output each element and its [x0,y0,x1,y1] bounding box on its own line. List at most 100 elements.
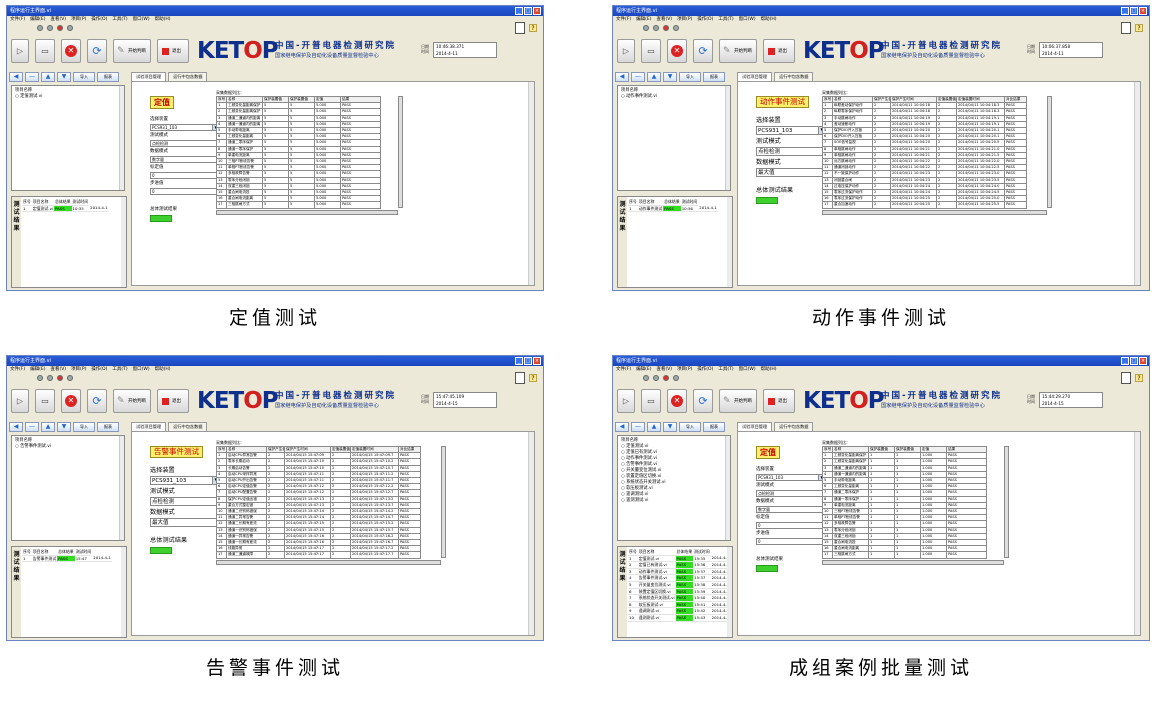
tab-runtime-data[interactable]: 运行中包含数据 [168,72,208,81]
table-row[interactable]: 11 通道二异常告警 2 2014/04/15 15:47:14 2 2014/04/15… [216,514,421,522]
menu-item[interactable]: 文件(F) [10,366,25,374]
table-scrollbar[interactable] [1004,446,1009,558]
device-select[interactable]: PCS931_103▼ [150,124,220,131]
tree-scrollbar[interactable] [119,86,124,190]
play-button[interactable]: ▷ [11,389,29,413]
field-input[interactable]: 最大值 [756,168,826,177]
menu-item[interactable]: 编辑(E) [30,366,45,374]
refresh-button[interactable]: ⟳ [693,39,713,63]
start-judge-button[interactable]: ✎ 开始判断 [113,389,151,413]
tree-item[interactable]: ○ 告警事件测试.vi [15,444,121,450]
down-icon[interactable]: ▼ [57,422,71,432]
start-judge-button[interactable]: ✎ 开始判断 [113,39,151,63]
table-row[interactable]: 17 三相跳闸方式 5 5 5.000 PASS [216,201,381,209]
table-row[interactable]: 12 通道二长期有差流 2 2014/04/15 15:47:15 2 2014/04/1… [216,520,421,528]
tab-test-management[interactable]: 试验项目管理 [737,422,773,431]
tab-test-management[interactable]: 试验项目管理 [131,72,167,81]
table-row[interactable]: 17 三相跳闸方式 1 1 1.000 PASS [822,551,987,559]
stop-button[interactable]: ✕ [61,39,81,63]
tab-test-management[interactable]: 试验项目管理 [737,72,773,81]
table-row[interactable]: 15 零序过流保护动作 2 2014/04/11 10:04:24 2 2014/04/1… [822,189,1027,197]
run-continuous-icon[interactable] [47,375,53,381]
field-input[interactable]: 0 [150,188,220,195]
table-scrollbar[interactable] [1047,96,1052,208]
results-row[interactable]: 1 告警事件测试 PASS 15:47 2014-4-1 [22,555,112,563]
back-icon[interactable]: ◀ [9,72,23,82]
refresh-button[interactable]: ⟳ [693,389,713,413]
results-row[interactable]: 9 遥调测试.vi PASS 15:42 2014-4-1 [628,607,731,615]
exit-button[interactable]: 退出 [763,39,795,63]
table-row[interactable]: 7 启动CPU配置告警 2 2014/04/15 15:47:12 2 2014/04/1… [216,489,421,497]
table-row[interactable]: 5 启动CPU开出告警 2 2014/04/15 15:47:11 2 2014/04/1… [216,476,421,485]
help-icon[interactable]: ? [529,24,537,32]
back-icon[interactable]: ◀ [9,422,23,432]
start-judge-button[interactable]: ✎ 开始判断 [719,39,757,63]
field-input[interactable]: 数字量 [150,156,220,163]
field-input[interactable]: 最大值 [150,518,220,527]
table-scrollbar[interactable] [441,446,446,558]
field-input[interactable]: 点检检测 [150,497,220,506]
table-row[interactable]: 1 启动CPU异常告警 2 2014/04/15 15:47:09 2 2014/04/1… [216,452,421,460]
run-continuous-icon[interactable] [653,25,659,31]
table-row[interactable]: 1 纵联差动保护动作 2 2014/04/11 10:04:18 2 2014/04/11… [822,102,1027,110]
table-row[interactable]: 7 SOE信号监视 2 2014/04/11 10:04:20 2 2014/04/11 … [822,139,1027,147]
abort-icon[interactable] [663,25,669,31]
pause-icon[interactable] [673,25,679,31]
results-row[interactable]: 10 遥测测试.vi PASS 15:43 2014-4-1 [628,614,731,622]
results-row[interactable]: 4 告警事件测试.vi PASS 15:37 2014-4-1 [628,574,731,582]
field-input[interactable]: 0 [150,172,220,179]
menu-item[interactable]: 查看(V) [656,16,672,24]
table-row[interactable]: 4 差动速断动作 2 2014/04/11 10:04:19 2 2014/04/11 1… [822,120,1027,129]
back-icon[interactable]: ◀ [615,72,629,82]
exit-button[interactable]: 退出 [763,389,795,413]
table-hscrollbar[interactable] [822,209,1047,215]
minimize-icon[interactable]: _ [515,7,523,15]
results-row[interactable]: 8 软压板测试.vi PASS 15:41 2014-4-1 [628,601,731,609]
up-icon[interactable]: ▲ [41,422,55,432]
help-icon[interactable]: ? [1135,374,1143,382]
menu-item[interactable]: 操作(O) [697,16,713,24]
table-row[interactable]: 10 通道二识别码错误 2 2014/04/15 15:47:14 2 2014/04/1… [216,508,421,516]
refresh-button[interactable]: ⟳ [87,389,107,413]
up-icon[interactable]: ▲ [647,422,661,432]
pause-icon[interactable] [67,375,73,381]
remove-icon[interactable]: — [631,422,645,432]
down-icon[interactable]: ▼ [663,72,677,82]
table-row[interactable]: 5 保护DIO开入压板 2 2014/04/11 10:04:20 2 2014/04/1… [822,126,1027,135]
down-icon[interactable]: ▼ [663,422,677,432]
tree-item[interactable]: ○ 动作事件测试.vi [621,94,727,100]
import-button[interactable]: 导入 [73,72,95,82]
device-select[interactable]: PCS931_103▼ [150,476,220,485]
results-row[interactable]: 1 动作事件测试 PASS 10:56 2014-4-1 [628,205,718,213]
arrow-icon[interactable] [37,375,43,381]
results-row[interactable]: 7 系统状态开关测试.vi PASS 15:40 2014-4-1 [628,594,731,602]
menu-item[interactable]: 窗口(W) [133,16,150,24]
maximize-icon[interactable]: □ [1130,357,1138,365]
remove-icon[interactable]: — [25,422,39,432]
play-button[interactable]: ▷ [11,39,29,63]
menu-item[interactable]: 编辑(E) [636,366,651,374]
content-scrollbar[interactable] [1134,82,1140,285]
table-row[interactable]: 10 远方跳闸动作 2 2014/04/11 10:04:22 2 2014/04/11 … [822,158,1027,166]
tree-item[interactable]: ○ 定值测试.vi [15,94,121,100]
import-button[interactable]: 导入 [73,422,95,432]
table-row[interactable]: 17 通道二通道故障 2 2014/04/15 15:47:17 2 2014/04/15… [216,551,421,559]
table-row[interactable]: 4 启动CPU采样异常 2 2014/04/15 15:47:11 2 2014/04/1… [216,470,421,479]
device-select[interactable]: PCS931_103▼ [756,126,826,135]
table-row[interactable]: 9 重合方式整定错 2 2014/04/15 15:47:13 2 2014/04/15 … [216,501,421,510]
tree-scrollbar[interactable] [725,86,730,190]
start-judge-button[interactable]: ✎ 开始判断 [719,389,757,413]
exit-button[interactable]: 退出 [157,39,189,63]
menu-item[interactable]: 工具(T) [112,366,127,374]
abort-icon[interactable] [57,375,63,381]
content-scrollbar[interactable] [1134,432,1140,635]
up-icon[interactable]: ▲ [41,72,55,82]
tab-runtime-data[interactable]: 运行中包含数据 [774,72,814,81]
arrow-icon[interactable] [37,25,43,31]
run-button[interactable]: ▭ [35,389,55,413]
import-button[interactable]: 导入 [679,72,701,82]
arrow-icon[interactable] [643,25,649,31]
content-scrollbar[interactable] [528,432,534,635]
table-hscrollbar[interactable] [216,559,441,565]
menu-item[interactable]: 帮助(H) [155,366,171,374]
